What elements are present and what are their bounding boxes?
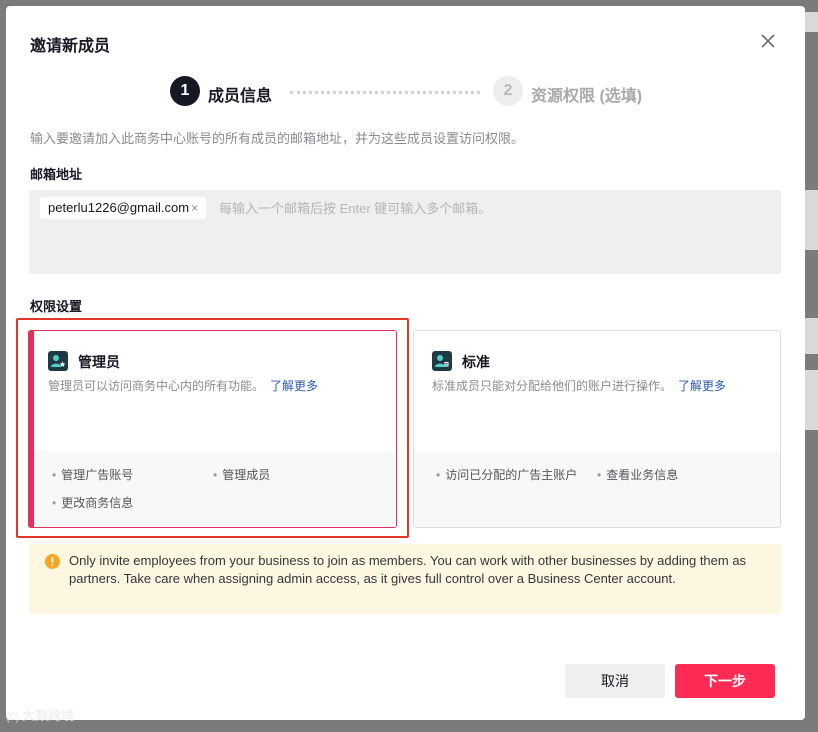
email-field[interactable]: peterlu1226@gmail.com × — [29, 190, 781, 274]
warning-notice: Only invite employees from your business… — [29, 544, 781, 614]
admin-user-icon — [48, 351, 68, 371]
background-strip — [804, 370, 818, 430]
learn-more-link[interactable]: 了解更多 — [270, 379, 318, 393]
email-input[interactable] — [219, 197, 759, 219]
role-description-text: 管理员可以访问商务中心内的所有功能。 — [48, 379, 265, 393]
step-number: 1 — [170, 76, 200, 106]
next-button[interactable]: 下一步 — [675, 664, 775, 698]
step-number: 2 — [493, 76, 523, 106]
warning-icon — [45, 554, 60, 569]
notice-text: Only invite employees from your business… — [69, 553, 747, 586]
feature-item: 管理广告账号 — [52, 466, 133, 483]
step-connector — [290, 91, 480, 94]
watermark-logo: (C) — [6, 711, 19, 723]
role-description: 管理员可以访问商务中心内的所有功能。 了解更多 — [48, 377, 318, 394]
role-features: 访问已分配的广告主账户 查看业务信息 — [414, 451, 780, 527]
email-tag: peterlu1226@gmail.com × — [40, 197, 207, 219]
remove-tag-icon[interactable]: × — [191, 201, 198, 215]
stepper: 1 成员信息 2 资源权限 (选填) — [170, 74, 650, 108]
feature-item: 管理成员 — [213, 466, 270, 483]
role-title: 标准 — [462, 354, 490, 370]
watermark-text: 大数跨境 — [22, 708, 75, 723]
dialog-description: 输入要邀请加入此商务中心账号的所有成员的邮箱地址，并为这些成员设置访问权限。 — [30, 131, 525, 146]
role-card-standard[interactable]: 标准 标准成员只能对分配给他们的账户进行操作。了解更多 访问已分配的广告主账户 … — [413, 330, 781, 528]
feature-item: 查看业务信息 — [597, 466, 678, 483]
feature-item: 访问已分配的广告主账户 — [436, 466, 577, 483]
permissions-label: 权限设置 — [30, 299, 83, 314]
role-description-text: 标准成员只能对分配给他们的账户进行操作。 — [432, 379, 673, 393]
email-tag-text: peterlu1226@gmail.com — [48, 200, 190, 215]
close-icon[interactable] — [759, 32, 777, 50]
learn-more-link[interactable]: 了解更多 — [678, 379, 726, 393]
standard-user-icon — [432, 351, 452, 371]
role-card-admin[interactable]: 管理员 管理员可以访问商务中心内的所有功能。了解更多 管理广告账号 管理成员 更… — [28, 330, 397, 528]
background-strip — [804, 190, 818, 250]
role-features: 管理广告账号 管理成员 更改商务信息 — [34, 451, 396, 527]
feature-item: 更改商务信息 — [52, 494, 133, 511]
invite-member-dialog: 邀请新成员 1 成员信息 2 资源权限 (选填) 输入要邀请加入此商务中心账号的… — [6, 6, 805, 720]
email-label: 邮箱地址 — [30, 167, 83, 182]
step-label: 资源权限 (选填) — [531, 88, 643, 105]
background-strip — [804, 318, 818, 354]
role-title: 管理员 — [78, 354, 120, 370]
watermark: (C) 大数跨境 — [6, 705, 74, 724]
dialog-title: 邀请新成员 — [30, 38, 111, 55]
step-label: 成员信息 — [208, 88, 273, 105]
background-strip — [804, 12, 818, 32]
cancel-button[interactable]: 取消 — [565, 664, 665, 698]
role-description: 标准成员只能对分配给他们的账户进行操作。 了解更多 — [432, 377, 726, 394]
